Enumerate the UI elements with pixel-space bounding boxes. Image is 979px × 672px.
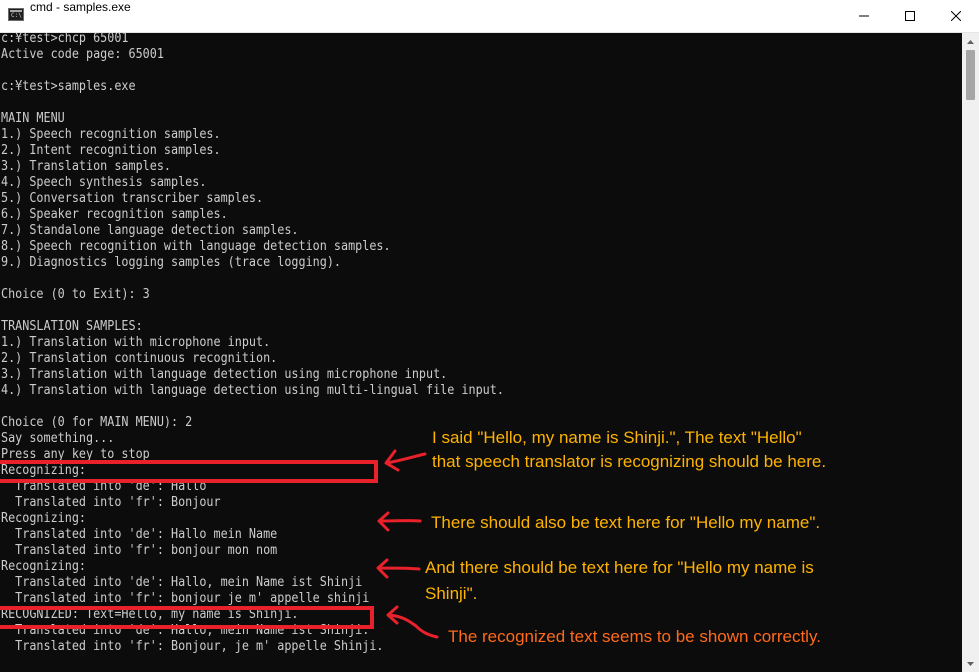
console-line: Translated into 'fr': Bonjour [1,495,221,510]
console-line: MAIN MENU [1,111,65,126]
console-line: 9.) Diagnostics logging samples (trace l… [1,255,341,270]
console-line: Translated into 'de': Hallo, mein Name i… [1,575,363,590]
console-line: Translated into 'de': Hallo mein Name [1,527,278,542]
highlight-box-recognized [0,606,374,629]
console-line: 4.) Speech synthesis samples. [1,175,207,190]
console-line: Recognizing: [1,559,86,574]
arrow-icon [376,558,421,579]
title-bar[interactable]: C:\ cmd - samples.exe [0,0,979,33]
close-icon [951,11,961,21]
console-line: c:¥test>chcp 65001 [1,33,129,46]
console-line: 3.) Translation samples. [1,159,171,174]
console-line: 3.) Translation with language detection … [1,367,448,382]
console-line: 1.) Translation with microphone input. [1,335,271,350]
console-line: 2.) Intent recognition samples. [1,143,221,158]
minimize-icon [859,15,869,17]
annotation-note-1b: that speech translator is recognizing sh… [432,452,827,471]
console-line: Translated into 'fr': bonjour mon nom [1,543,278,558]
console-line: c:¥test>samples.exe [1,79,136,94]
annotation-note-1: I said "Hello, my name is Shinji.", The … [432,428,802,447]
arrow-icon [386,605,439,639]
console-line: 6.) Speaker recognition samples. [1,207,228,222]
annotation-note-2: There should also be text here for "Hell… [431,513,821,532]
scroll-down-button[interactable] [962,655,979,672]
console-line: 7.) Standalone language detection sample… [1,223,299,238]
console-line: TRANSLATION SAMPLES: [1,319,143,334]
window-title: cmd - samples.exe [30,0,131,14]
console-line: Choice (0 to Exit): 3 [1,287,150,302]
console-line: 1.) Speech recognition samples. [1,127,221,142]
highlight-box-recognizing [0,460,378,483]
console-line: 5.) Conversation transcriber samples. [1,191,264,206]
vertical-scrollbar[interactable] [962,33,979,672]
scrollbar-thumb[interactable] [966,50,975,100]
console-line: Translated into 'fr': Bonjour, je m' app… [1,639,384,654]
console-line: Active code page: 65001 [1,47,164,62]
console-line: Recognizing: [1,511,86,526]
arrow-icon [384,449,427,472]
console-line: 4.) Translation with language detection … [1,383,504,398]
annotation-note-3: And there should be text here for "Hello… [425,558,814,577]
console-line: Choice (0 for MAIN MENU): 2 [1,415,193,430]
scroll-down-arrow-icon [967,661,974,666]
close-button[interactable] [933,0,979,32]
annotation-note-3b: Shinji". [425,584,478,603]
minimize-button[interactable] [841,0,887,32]
arrow-icon [377,511,422,532]
maximize-button[interactable] [887,0,933,32]
console-line: 8.) Speech recognition with language det… [1,239,391,254]
maximize-icon [905,11,915,21]
cmd-icon: C:\ [8,8,24,21]
annotation-note-4: The recognized text seems to be shown co… [448,627,821,646]
console-window: C:\ cmd - samples.exe c:¥test>chcp 65001… [0,0,979,672]
scroll-up-arrow-icon [967,39,974,44]
scroll-up-button[interactable] [962,33,979,50]
console-line: Say something... [1,431,115,446]
console-line: Translated into 'fr': bonjour je m' appe… [1,591,370,606]
console-line: 2.) Translation continuous recognition. [1,351,278,366]
